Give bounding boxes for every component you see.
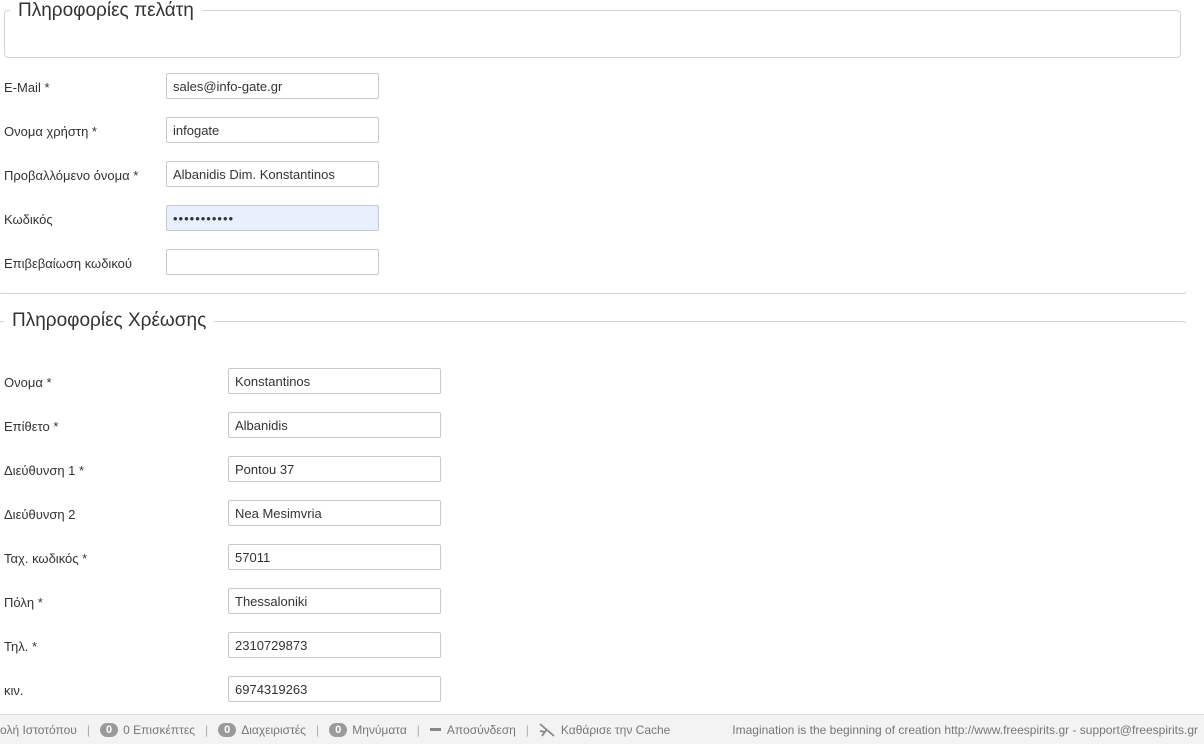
messages-label: Μηνύματα	[352, 722, 407, 737]
display-name-label: Προβαλλόμενο όνομα *	[4, 168, 139, 183]
visitors-label: 0 Επισκέπτες	[123, 722, 195, 737]
clear-cache-link[interactable]: Καθάρισε την Cache	[539, 723, 670, 737]
postal-code-label: Ταχ. κωδικός *	[4, 551, 88, 566]
email-label: E-Mail *	[4, 80, 50, 95]
clear-cache-label: Καθάρισε την Cache	[560, 722, 671, 737]
admins-link[interactable]: 0 Διαχειριστές	[218, 722, 306, 737]
visitors-count-badge: 0	[99, 722, 119, 737]
address1-field[interactable]	[228, 456, 441, 482]
minus-icon	[429, 728, 441, 731]
display-name-field[interactable]	[166, 161, 379, 187]
email-field[interactable]	[166, 73, 379, 99]
mobile-label: κιν.	[4, 683, 24, 698]
admins-label: Διαχειριστές	[241, 722, 306, 737]
username-field[interactable]	[166, 117, 379, 143]
address2-field[interactable]	[228, 500, 441, 526]
logout-link[interactable]: Αποσύνδεση	[429, 722, 516, 737]
admins-count-badge: 0	[218, 722, 237, 737]
address1-label: Διεύθυνση 1 *	[4, 463, 85, 478]
billing-info-fieldset	[0, 321, 1187, 743]
mobile-field[interactable]	[228, 676, 441, 702]
separator: |	[416, 722, 420, 737]
footer-tagline: Imagination is the beginning of creation…	[732, 722, 1198, 737]
separator: |	[204, 722, 209, 737]
address2-label: Διεύθυνση 2	[4, 507, 76, 522]
password-field[interactable]	[166, 205, 379, 231]
broom-icon	[539, 722, 555, 737]
phone-label: Τηλ. *	[4, 639, 38, 654]
username-label: Ονομα χρήστη *	[4, 124, 97, 139]
logout-label: Αποσύνδεση	[446, 722, 516, 737]
phone-field[interactable]	[228, 632, 441, 658]
separator: |	[315, 722, 320, 737]
separator: |	[86, 722, 90, 737]
postal-code-field[interactable]	[228, 544, 441, 570]
city-field[interactable]	[228, 588, 441, 614]
messages-link[interactable]: 0 Μηνύματα	[329, 722, 407, 737]
password-confirm-label: Επιβεβαίωση κωδικού	[4, 256, 132, 271]
site-view-link[interactable]: ολή Ιστοτόπου	[0, 723, 77, 737]
first-name-field[interactable]	[228, 368, 441, 394]
last-name-label: Επίθετο *	[4, 419, 59, 434]
separator: |	[525, 722, 529, 737]
last-name-field[interactable]	[228, 412, 441, 438]
password-confirm-field[interactable]	[166, 249, 379, 275]
customer-info-legend: Πληροφορίες πελάτη	[10, 0, 202, 22]
first-name-label: Ονομα *	[4, 375, 52, 390]
billing-info-legend: Πληροφορίες Χρέωσης	[4, 310, 215, 332]
visitors-link[interactable]: 0 0 Επισκέπτες	[99, 722, 195, 737]
password-label: Κωδικός	[4, 212, 53, 227]
site-view-label: ολή Ιστοτόπου	[0, 722, 77, 737]
messages-count-badge: 0	[329, 722, 348, 737]
city-label: Πόλη *	[4, 595, 43, 610]
admin-status-bar: ολή Ιστοτόπου | 0 0 Επισκέπτες | 0 Διαχε…	[0, 714, 1204, 744]
scrollbar-track[interactable]	[1186, 0, 1204, 714]
